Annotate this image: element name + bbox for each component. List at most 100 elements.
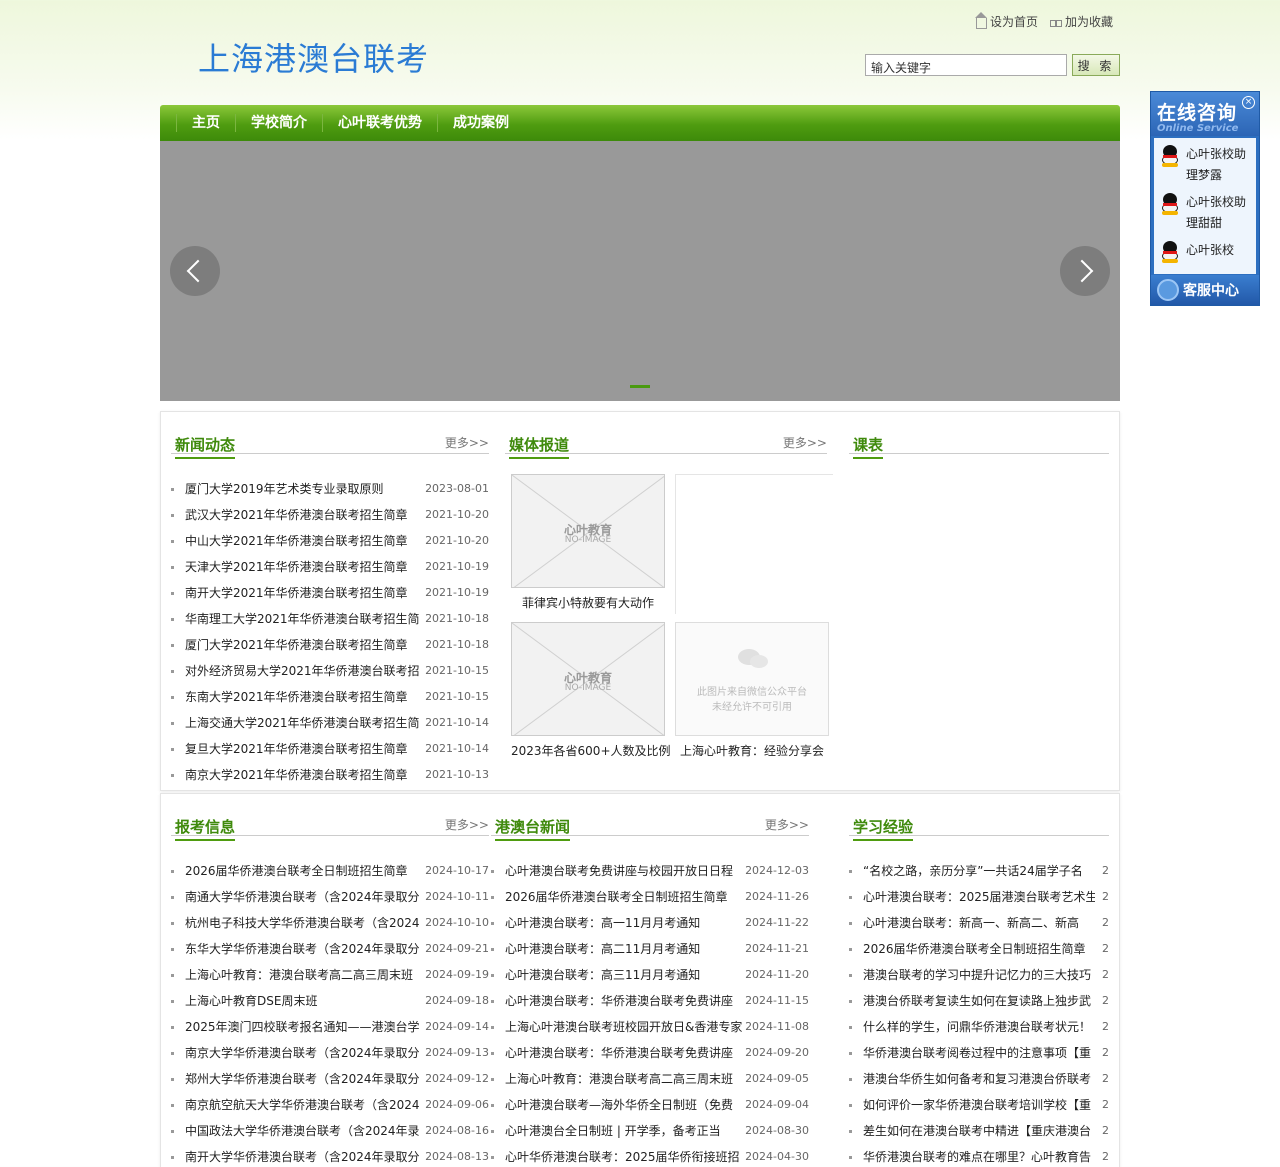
list-item[interactable]: 对外经济贸易大学2021年华侨港澳台联考招 2021-10-15 (171, 658, 489, 684)
slide-indicator[interactable] (630, 385, 650, 388)
list-item[interactable]: 南京大学2021年华侨港澳台联考招生简章 2021-10-13 (171, 762, 489, 788)
list-item-title[interactable]: 港澳台华侨生如何备考和复习港澳台侨联考 (863, 1066, 1095, 1092)
list-item-title[interactable]: 港澳台侨联考复读生如何在复读路上独步武 (863, 988, 1095, 1014)
list-item[interactable]: 什么样的学生，问鼎华侨港澳台联考状元！ 2 (849, 1014, 1109, 1040)
list-item-title[interactable]: 复旦大学2021年华侨港澳台联考招生简章 (185, 736, 425, 762)
list-item[interactable]: 心叶港澳台联考：华侨港澳台联考免费讲座 2024-09-20 (491, 1040, 809, 1066)
list-item-title[interactable]: 天津大学2021年华侨港澳台联考招生简章 (185, 554, 425, 580)
service-center-button[interactable]: 客服中心 (1151, 275, 1259, 305)
list-item-title[interactable]: 差生如何在港澳台联考中精进【重庆港澳台 (863, 1118, 1095, 1144)
list-item-title[interactable]: 如何评价一家华侨港澳台联考培训学校【重 (863, 1092, 1095, 1118)
list-item[interactable]: 心叶华侨港澳台联考：2025届华侨衔接班招 2024-04-30 (491, 1144, 809, 1167)
list-item[interactable]: 港澳台侨联考复读生如何在复读路上独步武 2 (849, 988, 1109, 1014)
list-item-title[interactable]: 上海心叶教育：港澳台联考高二高三周末班 (505, 1066, 745, 1092)
list-item[interactable]: 厦门大学2021年华侨港澳台联考招生简章 2021-10-18 (171, 632, 489, 658)
list-item[interactable]: “名校之路，亲历分享”一共话24届学子名 2 (849, 858, 1109, 884)
nav-success-cases[interactable]: 成功案例 (437, 114, 524, 132)
list-item-title[interactable]: 杭州电子科技大学华侨港澳台联考（含2024 (185, 910, 425, 936)
list-item[interactable]: 南开大学2021年华侨港澳台联考招生简章 2021-10-19 (171, 580, 489, 606)
list-item-title[interactable]: 南开大学2021年华侨港澳台联考招生简章 (185, 580, 425, 606)
qq-agent-2[interactable]: 心叶张校助理甜甜 (1154, 192, 1256, 234)
list-item[interactable]: 南通大学华侨港澳台联考（含2024年录取分 2024-10-11 (171, 884, 489, 910)
list-item[interactable]: 华南理工大学2021年华侨港澳台联考招生简 2021-10-18 (171, 606, 489, 632)
list-item-title[interactable]: 什么样的学生，问鼎华侨港澳台联考状元！ (863, 1014, 1095, 1040)
close-icon[interactable]: × (1242, 96, 1255, 109)
list-item[interactable]: 心叶港澳台联考：华侨港澳台联考免费讲座 2024-11-15 (491, 988, 809, 1014)
list-item[interactable]: 心叶港澳台联考：高三11月月考通知 2024-11-20 (491, 962, 809, 988)
list-item[interactable]: 心叶港澳台全日制班 | 开学季，备考正当 2024-08-30 (491, 1118, 809, 1144)
agent-name[interactable]: 心叶张校助理甜甜 (1186, 195, 1246, 230)
list-item[interactable]: 心叶港澳台联考：2025届港澳台联考艺术生 2 (849, 884, 1109, 910)
more-link[interactable]: 更多>> (783, 434, 827, 451)
list-item[interactable]: 心叶港澳台联考—海外华侨全日制班（免费 2024-09-04 (491, 1092, 809, 1118)
nav-advantages[interactable]: 心叶联考优势 (322, 114, 437, 132)
add-favorite-link[interactable]: 加为收藏 (1050, 13, 1113, 30)
more-link[interactable]: 更多>> (445, 434, 489, 451)
list-item-title[interactable]: 2026届华侨港澳台联考全日制班招生简章 (185, 858, 425, 884)
add-favorite-text[interactable]: 加为收藏 (1065, 13, 1113, 30)
list-item-title[interactable]: 心叶港澳台全日制班 | 开学季，备考正当 (505, 1118, 745, 1144)
list-item-title[interactable]: 南京大学2021年华侨港澳台联考招生简章 (185, 762, 425, 788)
agent-name[interactable]: 心叶张校 (1186, 243, 1234, 257)
list-item[interactable]: 如何评价一家华侨港澳台联考培训学校【重 2 (849, 1092, 1109, 1118)
list-item-title[interactable]: 东南大学2021年华侨港澳台联考招生简章 (185, 684, 425, 710)
list-item[interactable]: 复旦大学2021年华侨港澳台联考招生简章 2021-10-14 (171, 736, 489, 762)
list-item[interactable]: 华侨港澳台联考的难点在哪里？心叶教育告 2 (849, 1144, 1109, 1167)
list-item-title[interactable]: 南开大学华侨港澳台联考（含2024年录取分 (185, 1144, 425, 1167)
prev-slide-button[interactable] (170, 246, 220, 296)
list-item[interactable]: 2026届华侨港澳台联考全日制班招生简章 2024-10-17 (171, 858, 489, 884)
list-item[interactable]: 东南大学2021年华侨港澳台联考招生简章 2021-10-15 (171, 684, 489, 710)
list-item-title[interactable]: 上海心叶教育DSE周末班 (185, 988, 425, 1014)
list-item-title[interactable]: 南通大学华侨港澳台联考（含2024年录取分 (185, 884, 425, 910)
list-item-title[interactable]: 心叶港澳台联考：华侨港澳台联考免费讲座 (505, 1040, 745, 1066)
list-item-title[interactable]: 厦门大学2021年华侨港澳台联考招生简章 (185, 632, 425, 658)
more-link[interactable]: 更多>> (765, 816, 809, 833)
list-item-title[interactable]: 心叶港澳台联考：华侨港澳台联考免费讲座 (505, 988, 745, 1014)
media-caption[interactable]: 菲律宾小特赦要有大动作 (511, 594, 665, 611)
site-title[interactable]: 上海港澳台联考 (198, 34, 429, 80)
list-item-title[interactable]: 对外经济贸易大学2021年华侨港澳台联考招 (185, 658, 425, 684)
list-item[interactable]: 厦门大学2019年艺术类专业录取原则 2023-08-01 (171, 476, 489, 502)
list-item[interactable]: 中山大学2021年华侨港澳台联考招生简章 2021-10-20 (171, 528, 489, 554)
search-button[interactable]: 搜 索 (1072, 54, 1120, 76)
list-item[interactable]: 上海心叶港澳台联考班校园开放日&香港专家 2024-11-08 (491, 1014, 809, 1040)
list-item[interactable]: 南开大学华侨港澳台联考（含2024年录取分 2024-08-13 (171, 1144, 489, 1167)
qq-agent-3[interactable]: 心叶张校 (1154, 240, 1256, 263)
media-caption[interactable]: 上海心叶教育：经验分享会 (675, 742, 829, 759)
list-item-title[interactable]: 武汉大学2021年华侨港澳台联考招生简章 (185, 502, 425, 528)
list-item[interactable]: 2025年澳门四校联考报名通知——港澳台学 2024-09-14 (171, 1014, 489, 1040)
list-item[interactable]: 上海交通大学2021年华侨港澳台联考招生简 2021-10-14 (171, 710, 489, 736)
list-item[interactable]: 上海心叶教育：港澳台联考高二高三周末班 2024-09-05 (491, 1066, 809, 1092)
list-item[interactable]: 杭州电子科技大学华侨港澳台联考（含2024 2024-10-10 (171, 910, 489, 936)
list-item[interactable]: 郑州大学华侨港澳台联考（含2024年录取分 2024-09-12 (171, 1066, 489, 1092)
list-item[interactable]: 心叶港澳台联考：高一11月月考通知 2024-11-22 (491, 910, 809, 936)
list-item[interactable]: 华侨港澳台联考阅卷过程中的注意事项【重 2 (849, 1040, 1109, 1066)
list-item-title[interactable]: 心叶港澳台联考：新高一、新高二、新高 (863, 910, 1095, 936)
list-item-title[interactable]: “名校之路，亲历分享”一共话24届学子名 (863, 858, 1095, 884)
list-item[interactable]: 心叶港澳台联考：高二11月月考通知 2024-11-21 (491, 936, 809, 962)
list-item-title[interactable]: 厦门大学2019年艺术类专业录取原则 (185, 476, 425, 502)
list-item-title[interactable]: 2026届华侨港澳台联考全日制班招生简章 (863, 936, 1095, 962)
list-item-title[interactable]: 心叶港澳台联考：高二11月月考通知 (505, 936, 745, 962)
list-item-title[interactable]: 上海心叶港澳台联考班校园开放日&香港专家 (505, 1014, 745, 1040)
list-item-title[interactable]: 南京大学华侨港澳台联考（含2024年录取分 (185, 1040, 425, 1066)
set-home-text[interactable]: 设为首页 (990, 13, 1038, 30)
list-item-title[interactable]: 华侨港澳台联考阅卷过程中的注意事项【重 (863, 1040, 1095, 1066)
list-item[interactable]: 南京航空航天大学华侨港澳台联考（含2024 2024-09-06 (171, 1092, 489, 1118)
list-item[interactable]: 东华大学华侨港澳台联考（含2024年录取分 2024-09-21 (171, 936, 489, 962)
next-slide-button[interactable] (1060, 246, 1110, 296)
list-item[interactable]: 港澳台华侨生如何备考和复习港澳台侨联考 2 (849, 1066, 1109, 1092)
list-item-title[interactable]: 心叶港澳台联考：2025届港澳台联考艺术生 (863, 884, 1095, 910)
list-item[interactable]: 上海心叶教育：港澳台联考高二高三周末班 2024-09-19 (171, 962, 489, 988)
list-item-title[interactable]: 心叶港澳台联考：高三11月月考通知 (505, 962, 745, 988)
list-item[interactable]: 中国政法大学华侨港澳台联考（含2024年录 2024-08-16 (171, 1118, 489, 1144)
media-item[interactable]: 心叶教育 NO-IMAGE 菲律宾小特赦要有大动作 (511, 474, 665, 611)
agent-name[interactable]: 心叶张校助理梦露 (1186, 147, 1246, 182)
list-item-title[interactable]: 华南理工大学2021年华侨港澳台联考招生简 (185, 606, 425, 632)
list-item-title[interactable]: 心叶港澳台联考免费讲座与校园开放日日程 (505, 858, 745, 884)
list-item[interactable]: 武汉大学2021年华侨港澳台联考招生简章 2021-10-20 (171, 502, 489, 528)
list-item[interactable]: 2026届华侨港澳台联考全日制班招生简章 2024-11-26 (491, 884, 809, 910)
list-item-title[interactable]: 2025年澳门四校联考报名通知——港澳台学 (185, 1014, 425, 1040)
list-item[interactable]: 上海心叶教育DSE周末班 2024-09-18 (171, 988, 489, 1014)
list-item-title[interactable]: 2026届华侨港澳台联考全日制班招生简章 (505, 884, 745, 910)
